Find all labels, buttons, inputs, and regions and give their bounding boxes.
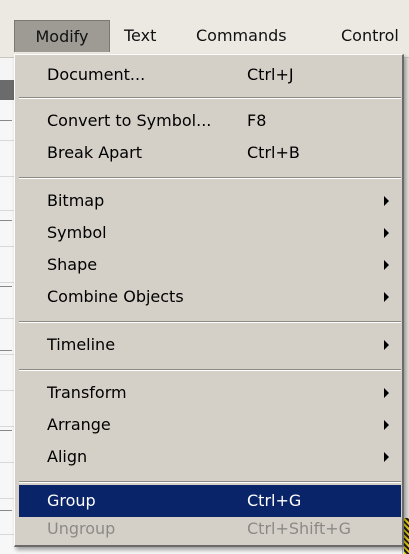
- modify-dropdown-menu: Document... Ctrl+J Convert to Symbol... …: [14, 54, 404, 547]
- menu-item-transform[interactable]: Transform: [19, 377, 401, 409]
- menu-item-combine-objects[interactable]: Combine Objects: [19, 281, 401, 313]
- menu-control[interactable]: Control: [341, 20, 399, 52]
- menu-item-break-apart[interactable]: Break Apart Ctrl+B: [19, 137, 401, 169]
- menu-item-shortcut: Ctrl+Shift+G: [247, 519, 352, 538]
- menu-item-label: Ungroup: [47, 519, 116, 538]
- menu-item-document[interactable]: Document... Ctrl+J: [19, 59, 401, 91]
- menu-item-label: Transform: [47, 383, 127, 402]
- ruler-tick: [0, 286, 12, 287]
- menu-item-label: Shape: [47, 255, 98, 274]
- menu-separator: [19, 321, 401, 323]
- menu-item-convert-to-symbol[interactable]: Convert to Symbol... F8: [19, 105, 401, 137]
- menu-bar: Modify Text Commands Control: [0, 0, 409, 58]
- menu-item-label: Convert to Symbol...: [47, 111, 212, 130]
- submenu-arrow-icon: [384, 292, 389, 302]
- ruler-tick: [0, 220, 12, 221]
- menu-separator: [19, 481, 401, 483]
- menu-item-shortcut: Ctrl+J: [247, 65, 294, 84]
- menu-item-label: Align: [47, 447, 88, 466]
- menu-item-label: Bitmap: [47, 191, 105, 210]
- menu-item-label: Document...: [47, 65, 146, 84]
- menu-item-symbol[interactable]: Symbol: [19, 217, 401, 249]
- menu-separator: [19, 369, 401, 371]
- menu-item-shortcut: Ctrl+B: [247, 143, 300, 162]
- menu-item-bitmap[interactable]: Bitmap: [19, 185, 401, 217]
- menu-item-align[interactable]: Align: [19, 441, 401, 473]
- menu-item-ungroup[interactable]: Ungroup Ctrl+Shift+G: [19, 513, 401, 545]
- submenu-arrow-icon: [384, 420, 389, 430]
- submenu-arrow-icon: [384, 452, 389, 462]
- menu-item-label: Timeline: [47, 335, 116, 354]
- ruler-tick: [0, 510, 12, 511]
- menu-item-label: Combine Objects: [47, 287, 184, 306]
- menu-commands[interactable]: Commands: [196, 20, 287, 52]
- submenu-arrow-icon: [384, 260, 389, 270]
- menu-item-shortcut: F8: [247, 111, 267, 130]
- submenu-arrow-icon: [384, 196, 389, 206]
- submenu-arrow-icon: [384, 228, 389, 238]
- submenu-arrow-icon: [384, 340, 389, 350]
- submenu-arrow-icon: [384, 388, 389, 398]
- menu-separator: [19, 177, 401, 179]
- ruler-tick: [0, 430, 12, 431]
- menu-item-label: Break Apart: [47, 143, 142, 162]
- menu-item-label: Arrange: [47, 415, 111, 434]
- menu-separator: [19, 97, 401, 99]
- ruler-tick: [0, 120, 12, 121]
- ruler-tick: [0, 350, 12, 351]
- menu-item-arrange[interactable]: Arrange: [19, 409, 401, 441]
- menu-item-label: Symbol: [47, 223, 107, 242]
- menu-item-shape[interactable]: Shape: [19, 249, 401, 281]
- selection-marquee: [404, 518, 409, 554]
- menu-text[interactable]: Text: [124, 20, 156, 52]
- menu-item-timeline[interactable]: Timeline: [19, 329, 401, 361]
- menu-modify[interactable]: Modify: [14, 20, 110, 52]
